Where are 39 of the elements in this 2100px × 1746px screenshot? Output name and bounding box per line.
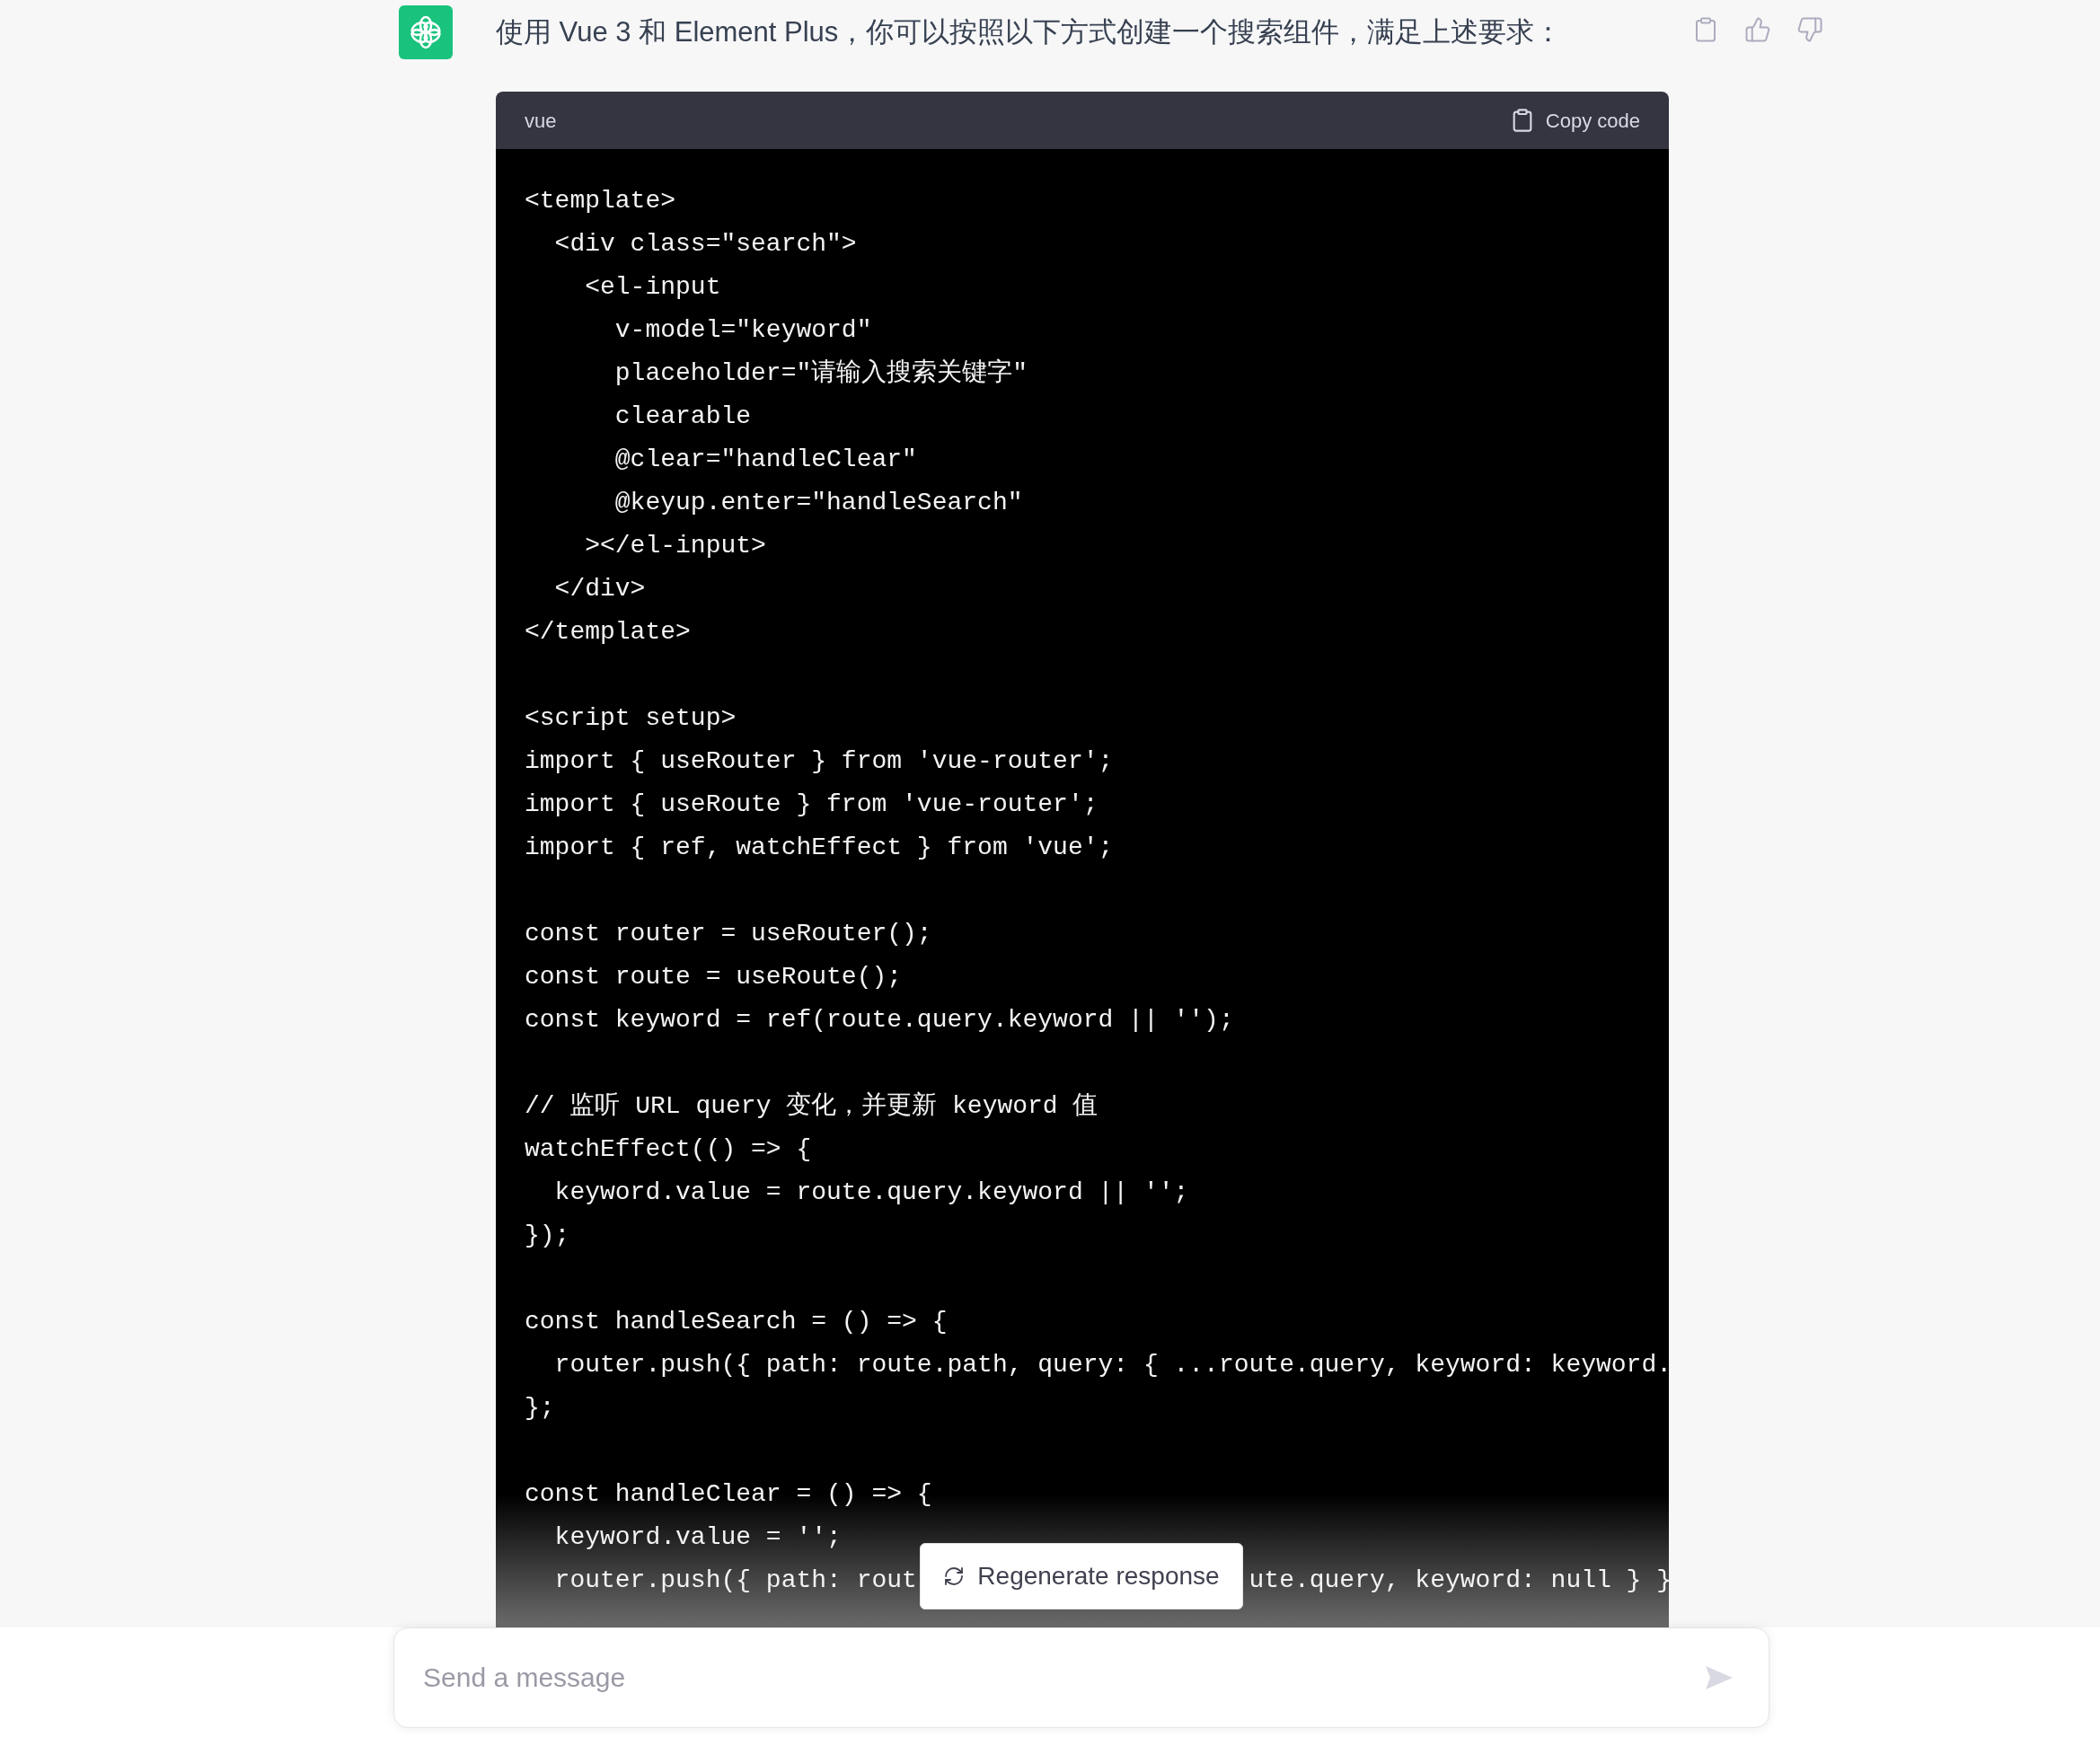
code-line: placeholder="请输入搜索关键字" bbox=[613, 359, 1028, 387]
code-line: keyword.value = ''; bbox=[553, 1523, 842, 1551]
refresh-icon bbox=[943, 1565, 966, 1587]
send-icon[interactable] bbox=[1705, 1665, 1734, 1690]
code-line: ></el-input> bbox=[584, 532, 766, 560]
code-line: const keyword = ref(route.query.keyword || ''); bbox=[525, 1006, 1234, 1034]
code-line: }; bbox=[525, 1394, 555, 1422]
message-field[interactable]: Send a message bbox=[393, 1627, 1769, 1728]
code-line: keyword.value = route.query.keyword || ''; bbox=[553, 1178, 1189, 1206]
thumbs-up-icon[interactable] bbox=[1744, 16, 1771, 43]
code-line: <script setup> bbox=[525, 704, 737, 732]
code-line: <el-input bbox=[584, 273, 721, 301]
code-line: @keyup.enter="handleSearch" bbox=[613, 489, 1023, 516]
code-line: import { useRouter } from 'vue-router'; bbox=[525, 747, 1114, 775]
code-line: import { useRoute } from 'vue-router'; bbox=[525, 790, 1099, 818]
code-language: vue bbox=[525, 108, 557, 134]
code-line: const handleClear = () => { bbox=[525, 1480, 932, 1508]
code-line: @clear="handleClear" bbox=[613, 445, 917, 473]
copy-code-button[interactable]: Copy code bbox=[1509, 105, 1640, 136]
regenerate-button[interactable]: Regenerate response bbox=[920, 1543, 1243, 1609]
code-line: ute.query, keyword: null } } bbox=[1249, 1565, 1669, 1596]
code-line: // 监听 URL query 变化，并更新 keyword 值 bbox=[525, 1092, 1099, 1120]
code-line: const router = useRouter(); bbox=[525, 920, 932, 948]
message-text: 使用 Vue 3 和 Element Plus，你可以按照以下方式创建一个搜索组件，满足上述要求： bbox=[496, 14, 1563, 49]
code-line: router.push({ path: route.path, query: { ...route.query, keyword: keyword. bbox=[553, 1351, 1669, 1379]
code-line: }); bbox=[525, 1221, 570, 1249]
code-line: const route = useRoute(); bbox=[525, 963, 903, 991]
code-line: import { ref, watchEffect } from 'vue'; bbox=[525, 833, 1114, 861]
code-line: router.push({ path: rout bbox=[553, 1565, 917, 1596]
code-line: <div class="search"> bbox=[553, 230, 857, 258]
code-line: watchEffect(() => { bbox=[525, 1135, 812, 1163]
code-line: <template> bbox=[525, 187, 676, 215]
code-line: </template> bbox=[525, 618, 691, 646]
thumbs-down-icon[interactable] bbox=[1796, 16, 1823, 43]
code-line: const handleSearch = () => { bbox=[525, 1308, 948, 1336]
avatar-icon bbox=[399, 5, 453, 59]
code-line: clearable bbox=[613, 402, 752, 430]
code-line: v-model="keyword" bbox=[613, 316, 872, 344]
code-line: </div> bbox=[553, 575, 646, 603]
